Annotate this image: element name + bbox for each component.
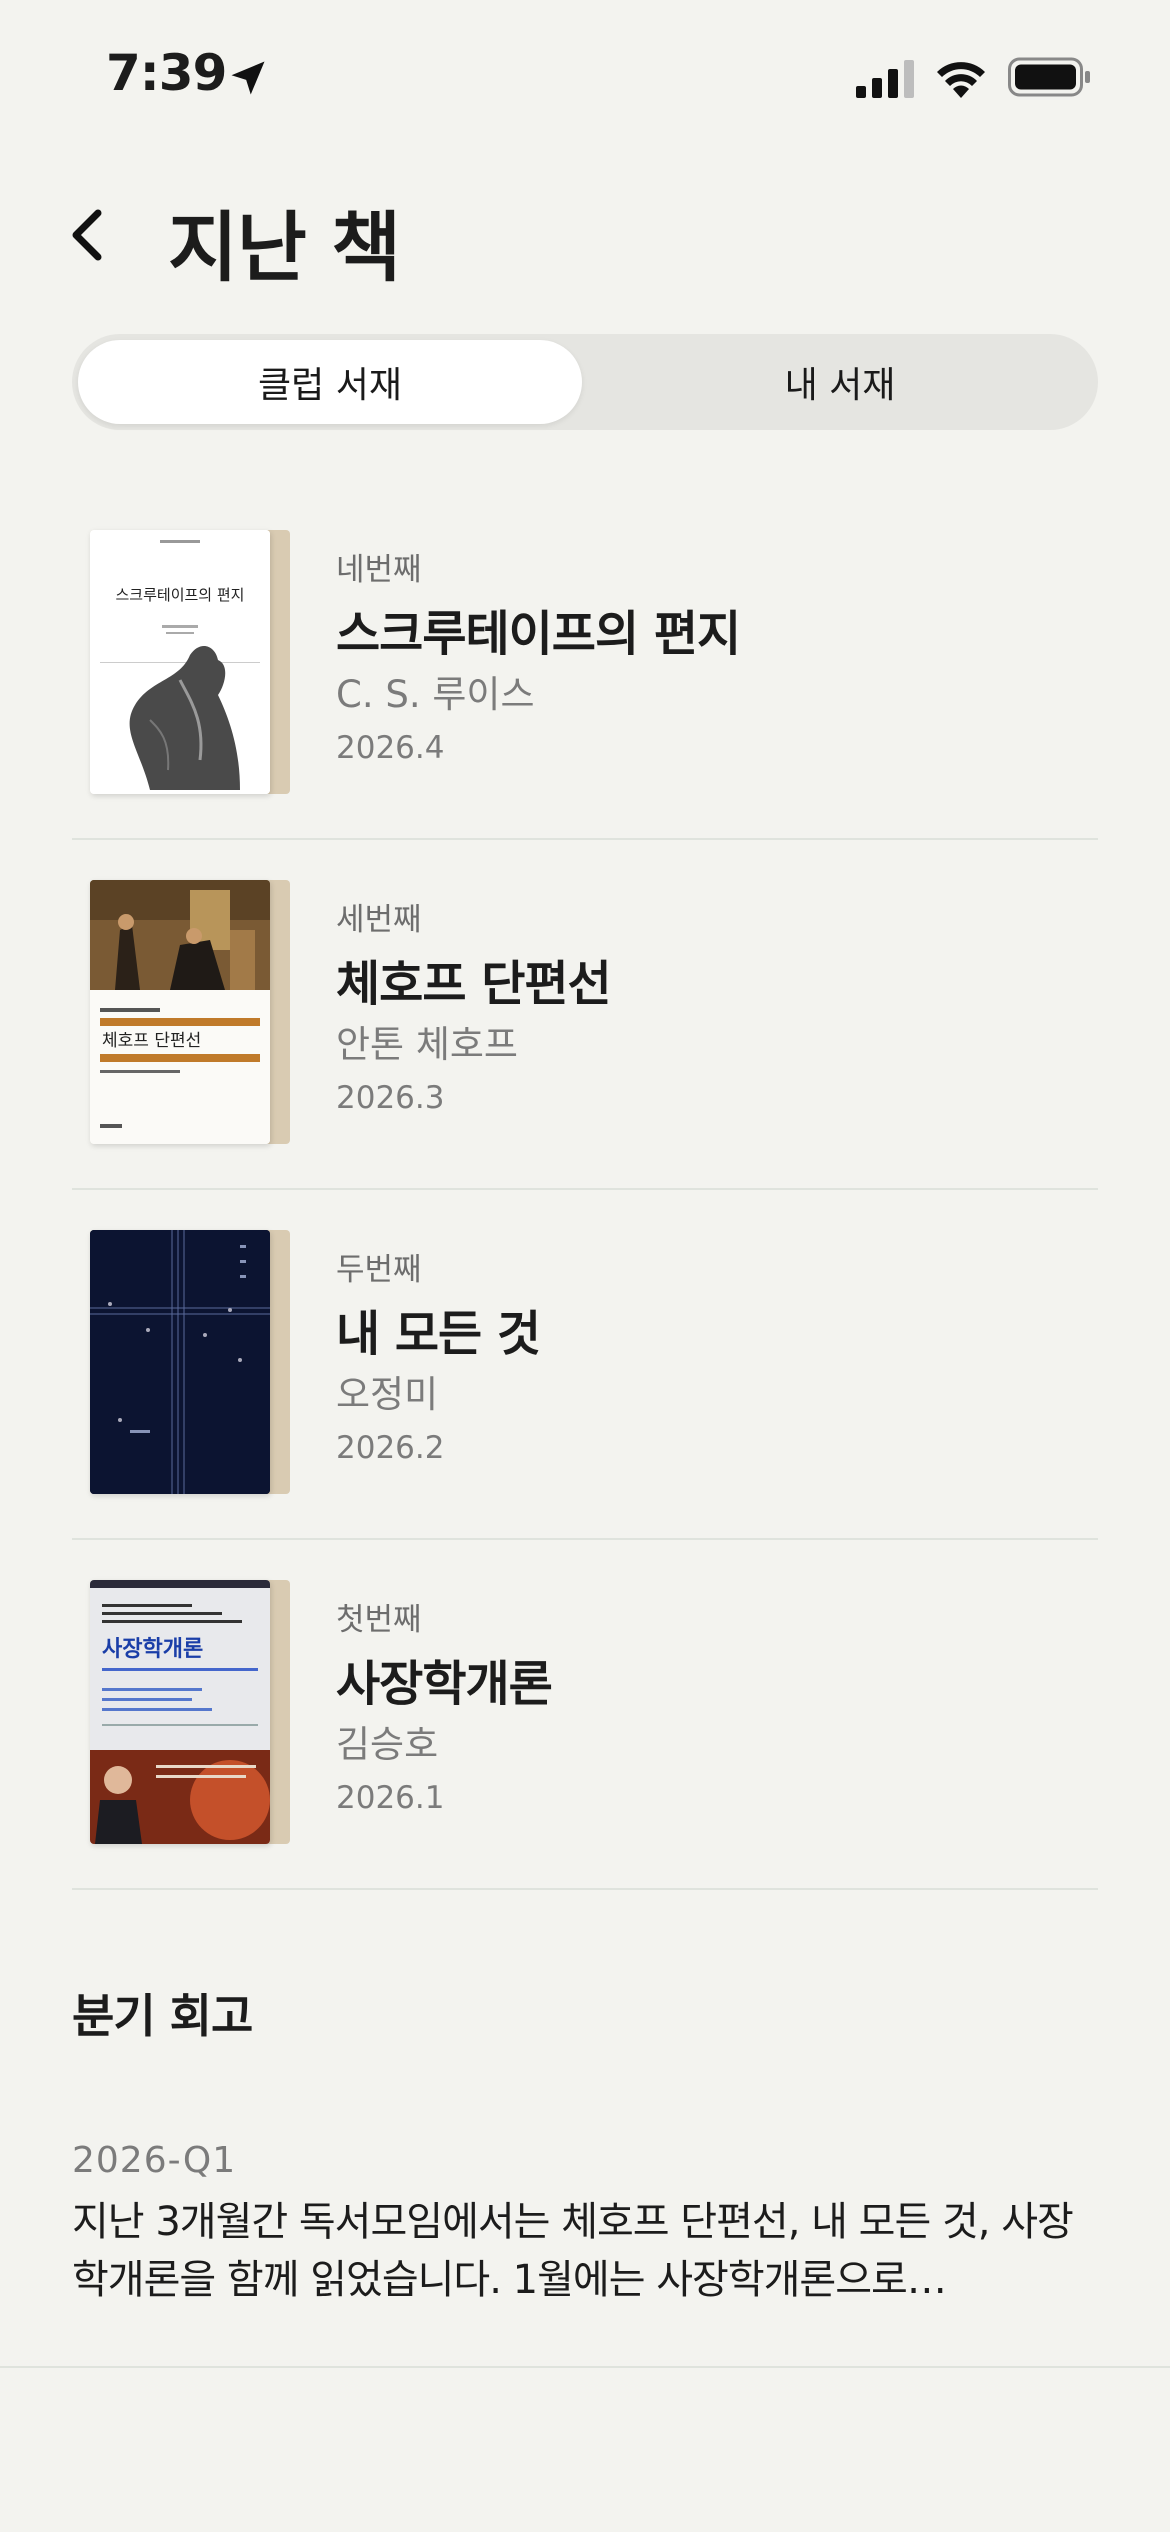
book-list-item[interactable]: 체호프 단편선 세번째 체호프 단편선 안톤 체호프 2026.3 xyxy=(72,840,1098,1190)
book-cover xyxy=(90,1230,290,1496)
book-cover-art: 스크루테이프의 편지 xyxy=(90,530,270,794)
book-author: 김승호 xyxy=(336,1723,439,1766)
retrospective-summary: 지난 3개월간 독서모임에서는 체호프 단편선, 내 모든 것, 사장학개론을 … xyxy=(72,2199,1074,2303)
book-date: 2026.2 xyxy=(336,1430,445,1466)
retrospective-quarter: 2026-Q1 xyxy=(72,2140,237,2181)
book-info: 네번째 스크루테이프의 편지 C. S. 루이스 2026.4 xyxy=(336,544,741,766)
page-title: 지난 책 xyxy=(168,203,401,292)
past-books-screen: 7:39 지난 책 클럽 서재 내 서재 스크루테이프의 편지 네번째 스크루테… xyxy=(0,0,1170,2532)
book-cover: 체호프 단편선 xyxy=(90,880,290,1146)
library-segmented-control: 클럽 서재 내 서재 xyxy=(72,334,1098,430)
book-order: 세번째 xyxy=(336,902,422,938)
book-order: 두번째 xyxy=(336,1252,422,1288)
book-list-item[interactable]: 두번째 내 모든 것 오정미 2026.2 xyxy=(72,1190,1098,1540)
book-info: 세번째 체호프 단편선 안톤 체호프 2026.3 xyxy=(336,894,612,1116)
book-cover-art xyxy=(90,1230,270,1494)
section-title-retrospective: 분기 회고 xyxy=(72,1989,253,2043)
book-info: 첫번째 사장학개론 김승호 2026.1 xyxy=(336,1594,553,1816)
book-cover: 사장학개론 xyxy=(90,1580,290,1846)
wifi-icon xyxy=(937,62,985,98)
location-arrow-icon xyxy=(231,61,265,95)
svg-text:사장학개론: 사장학개론 xyxy=(102,1637,203,1662)
status-time: 7:39 xyxy=(106,44,227,102)
book-cover: 스크루테이프의 편지 xyxy=(90,530,290,796)
cellular-signal-icon xyxy=(856,60,914,98)
book-list-item[interactable]: 스크루테이프의 편지 네번째 스크루테이프의 편지 C. S. 루이스 2026… xyxy=(72,490,1098,840)
book-order: 네번째 xyxy=(336,552,422,588)
svg-text:체호프 단편선: 체호프 단편선 xyxy=(102,1031,201,1051)
back-button[interactable] xyxy=(56,200,116,270)
tab-club-library[interactable]: 클럽 서재 xyxy=(78,340,582,424)
book-author: 안톤 체호프 xyxy=(336,1023,518,1066)
svg-text:스크루테이프의 편지: 스크루테이프의 편지 xyxy=(116,586,245,604)
retrospective-item[interactable]: 2026-Q1 지난 3개월간 독서모임에서는 체호프 단편선, 내 모든 것,… xyxy=(72,2140,1098,2309)
book-date: 2026.4 xyxy=(336,730,445,766)
divider xyxy=(0,2366,1170,2368)
book-date: 2026.3 xyxy=(336,1080,445,1116)
book-title: 체호프 단편선 xyxy=(336,956,612,1012)
battery-icon xyxy=(1008,57,1090,97)
book-title: 내 모든 것 xyxy=(336,1306,541,1362)
book-list-item[interactable]: 사장학개론 첫번째 사장학개론 김승호 2026.1 xyxy=(72,1540,1098,1890)
tab-my-library[interactable]: 내 서재 xyxy=(588,340,1092,424)
book-title: 사장학개론 xyxy=(336,1656,553,1712)
book-cover-art: 체호프 단편선 xyxy=(90,880,270,1144)
book-list: 스크루테이프의 편지 네번째 스크루테이프의 편지 C. S. 루이스 2026… xyxy=(72,490,1098,1890)
book-info: 두번째 내 모든 것 오정미 2026.2 xyxy=(336,1244,541,1466)
book-order: 첫번째 xyxy=(336,1602,422,1638)
chevron-left-icon xyxy=(72,209,102,261)
book-date: 2026.1 xyxy=(336,1780,445,1816)
book-cover-art: 사장학개론 xyxy=(90,1580,270,1844)
book-author: 오정미 xyxy=(336,1373,439,1416)
book-title: 스크루테이프의 편지 xyxy=(336,606,741,662)
status-bar: 7:39 xyxy=(0,0,1170,150)
book-author: C. S. 루이스 xyxy=(336,673,535,716)
